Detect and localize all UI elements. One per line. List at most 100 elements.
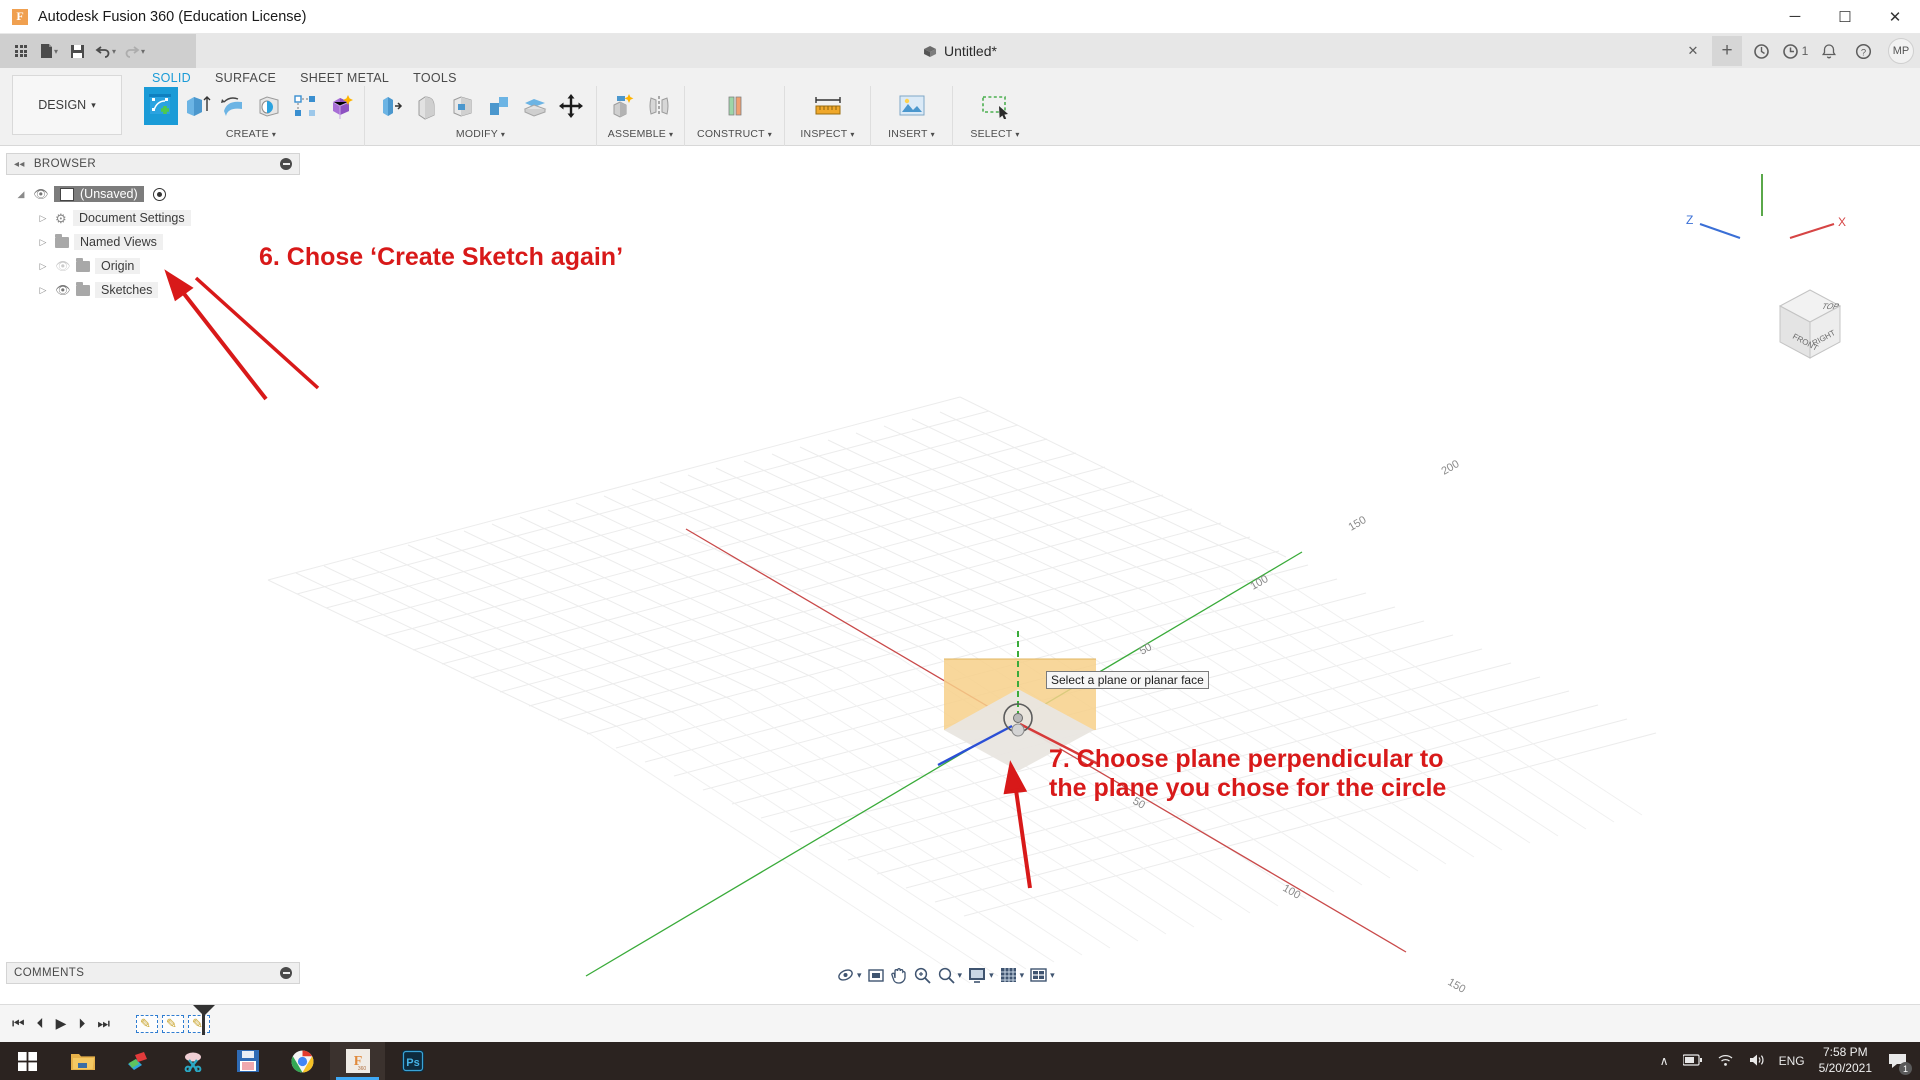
jobs-status-icon[interactable]: 1 <box>1780 36 1810 66</box>
tree-row-document-settings[interactable]: ▷ ⚙ Document Settings <box>14 206 304 230</box>
pattern-button[interactable] <box>288 87 322 125</box>
save-icon[interactable] <box>64 38 90 64</box>
tab-sheet-metal[interactable]: SHEET METAL <box>288 68 401 87</box>
select-window-button[interactable] <box>978 87 1012 125</box>
press-pull-button[interactable] <box>374 87 408 125</box>
tree-row-sketches[interactable]: ▷ 👁 Sketches <box>14 278 304 302</box>
timeline-play-button[interactable]: ▶ <box>56 1015 67 1032</box>
redo-icon[interactable]: ▾ <box>121 38 148 64</box>
panel-modify-label[interactable]: MODIFY ▾ <box>456 128 505 140</box>
pan-button[interactable] <box>890 966 908 985</box>
workspace-switcher[interactable]: DESIGN ▾ <box>12 75 122 135</box>
mesh-button[interactable] <box>324 87 358 125</box>
browser-minimize-icon[interactable] <box>280 158 292 170</box>
timeline-playhead[interactable] <box>202 1011 205 1035</box>
orbit-caret-icon[interactable]: ▾ <box>857 970 862 981</box>
tab-surface[interactable]: SURFACE <box>203 68 288 87</box>
tab-tools[interactable]: TOOLS <box>401 68 469 87</box>
extrude-button[interactable] <box>180 87 214 125</box>
timeline-go-to-beginning-button[interactable]: ⏮ <box>12 1015 25 1032</box>
tray-language-indicator[interactable]: ENG <box>1779 1054 1805 1068</box>
timeline-go-to-end-button[interactable]: ⏭ <box>97 1015 110 1032</box>
panel-create-label[interactable]: CREATE ▾ <box>226 128 276 140</box>
bell-icon[interactable] <box>1814 36 1844 66</box>
look-at-button[interactable] <box>867 966 885 984</box>
timeline-step-back-button[interactable]: ⏴ <box>37 1015 44 1032</box>
joint-button[interactable] <box>642 87 676 125</box>
taskbar-clock[interactable]: 7:58 PM 5/20/2021 <box>1819 1045 1872 1076</box>
taskbar-snip-tool-icon[interactable] <box>165 1042 220 1080</box>
timeline-step-forward-button[interactable]: ⏵ <box>78 1015 85 1032</box>
taskbar-google-chrome-icon[interactable] <box>275 1042 330 1080</box>
tray-volume-icon[interactable] <box>1748 1053 1765 1070</box>
expand-arrow-icon[interactable]: ◢ <box>14 189 28 200</box>
offset-face-button[interactable] <box>518 87 552 125</box>
comments-panel-header[interactable]: COMMENTS <box>6 962 300 984</box>
panel-construct-label[interactable]: CONSTRUCT ▾ <box>697 128 772 140</box>
fillet-button[interactable] <box>410 87 444 125</box>
timeline-feature-sketch-2[interactable] <box>162 1015 184 1033</box>
start-button[interactable] <box>0 1042 55 1080</box>
zoom-window-caret-icon[interactable]: ▾ <box>958 970 963 981</box>
panel-insert-label[interactable]: INSERT ▾ <box>888 128 935 140</box>
visibility-eye-off-icon[interactable]: 👁 <box>55 259 71 273</box>
revolve-button[interactable] <box>216 87 250 125</box>
expand-arrow-icon[interactable]: ▷ <box>36 285 50 296</box>
display-settings-button[interactable]: ▾ <box>967 966 994 984</box>
zoom-button[interactable] <box>913 966 932 984</box>
insert-image-button[interactable] <box>895 87 929 125</box>
app-grid-icon[interactable] <box>8 38 34 64</box>
maximize-button[interactable]: ☐ <box>1820 0 1870 34</box>
display-settings-caret-icon[interactable]: ▾ <box>989 970 994 981</box>
help-icon[interactable]: ? <box>1848 36 1878 66</box>
combine-button[interactable] <box>482 87 516 125</box>
minimize-button[interactable]: ─ <box>1770 0 1820 34</box>
document-tab[interactable]: Untitled* <box>923 34 997 68</box>
panel-inspect-label[interactable]: INSPECT ▾ <box>800 128 854 140</box>
expand-arrow-icon[interactable]: ▷ <box>36 261 50 272</box>
taskbar-save-app-icon[interactable] <box>220 1042 275 1080</box>
action-center-icon[interactable]: 1 <box>1886 1049 1910 1073</box>
offset-plane-button[interactable] <box>718 87 752 125</box>
panel-assemble-label[interactable]: ASSEMBLE ▾ <box>608 128 673 140</box>
tray-chevron-icon[interactable]: ∧ <box>1660 1054 1669 1068</box>
avatar[interactable]: MP <box>1888 38 1914 64</box>
move-copy-button[interactable] <box>554 87 588 125</box>
taskbar-fusion360-icon[interactable]: F360 <box>330 1042 385 1080</box>
zoom-window-button[interactable]: ▾ <box>937 966 963 984</box>
viewports-button[interactable]: ▾ <box>1029 966 1055 984</box>
new-document-caret[interactable]: ▾ <box>54 47 58 56</box>
new-component-button[interactable] <box>606 87 640 125</box>
document-tab-close-icon[interactable]: ✕ <box>1678 36 1708 66</box>
tree-row-unsaved[interactable]: ◢ 👁 (Unsaved) <box>14 182 304 206</box>
close-button[interactable]: ✕ <box>1870 0 1920 34</box>
measure-button[interactable] <box>811 87 845 125</box>
create-sketch-button[interactable] <box>144 87 178 125</box>
grid-settings-caret-icon[interactable]: ▾ <box>1020 970 1025 981</box>
panel-select-label[interactable]: SELECT ▾ <box>970 128 1019 140</box>
taskbar-photoshop-icon[interactable]: Ps <box>385 1042 440 1080</box>
visibility-eye-icon[interactable]: 👁 <box>55 283 71 297</box>
viewports-caret-icon[interactable]: ▾ <box>1050 970 1055 981</box>
taskbar-paint3d-icon[interactable] <box>110 1042 165 1080</box>
timeline-feature-sketch-3[interactable] <box>188 1015 210 1033</box>
refresh-icon[interactable] <box>1746 36 1776 66</box>
new-tab-icon[interactable]: + <box>1712 36 1742 66</box>
tab-solid[interactable]: SOLID <box>140 68 203 87</box>
undo-icon[interactable]: ▾ <box>92 38 119 64</box>
grid-settings-button[interactable]: ▾ <box>999 966 1025 984</box>
tray-wifi-icon[interactable] <box>1717 1053 1734 1070</box>
expand-arrow-icon[interactable]: ▷ <box>36 213 50 224</box>
hole-button[interactable] <box>252 87 286 125</box>
tray-battery-icon[interactable] <box>1683 1054 1703 1069</box>
expand-arrow-icon[interactable]: ▷ <box>36 237 50 248</box>
browser-collapse-icon[interactable]: ◂◂ <box>14 159 25 170</box>
taskbar-file-explorer-icon[interactable] <box>55 1042 110 1080</box>
shell-button[interactable] <box>446 87 480 125</box>
undo-caret[interactable]: ▾ <box>112 47 116 56</box>
activate-component-radio[interactable] <box>153 188 166 201</box>
timeline-feature-sketch-1[interactable] <box>136 1015 158 1033</box>
new-document-icon[interactable]: ▾ <box>36 38 62 64</box>
comments-minimize-icon[interactable] <box>280 967 292 979</box>
orbit-button[interactable]: ▾ <box>836 966 862 984</box>
